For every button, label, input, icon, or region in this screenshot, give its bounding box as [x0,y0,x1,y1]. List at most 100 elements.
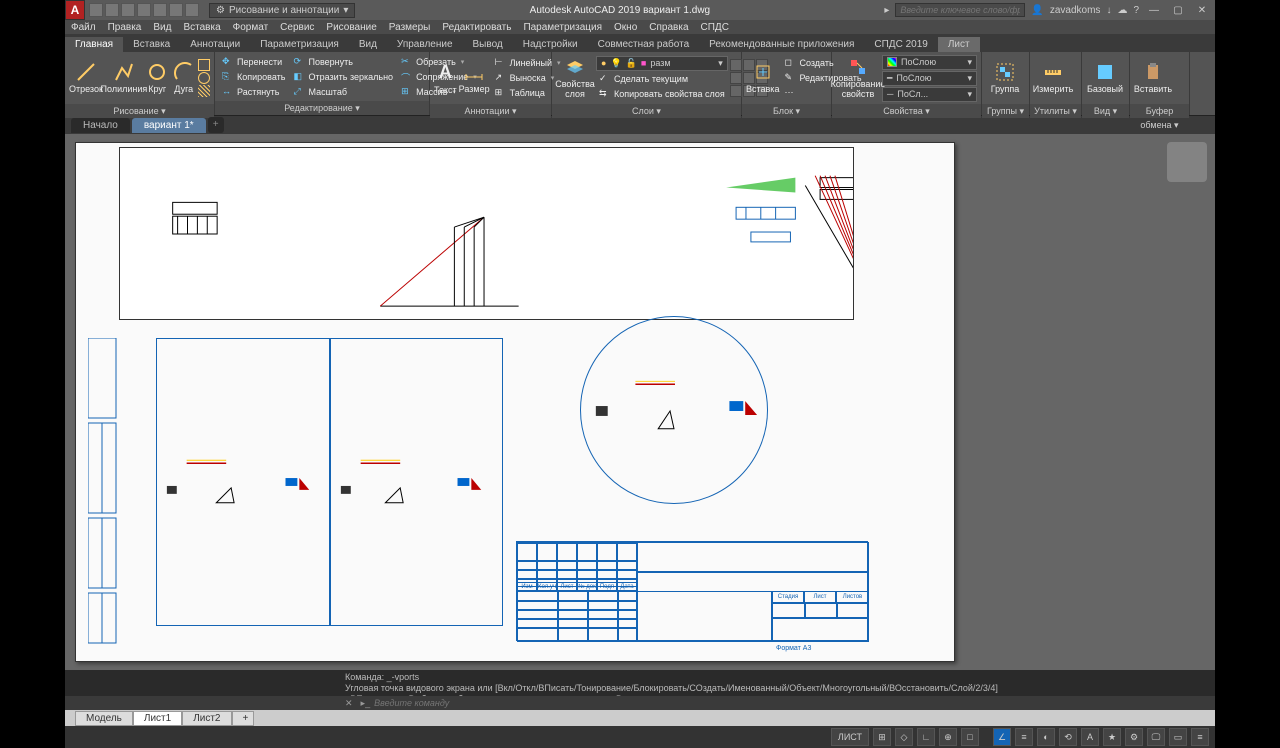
viewport-rect-1[interactable] [156,338,330,626]
arc-button[interactable]: Дуга [171,54,196,102]
menu-file[interactable]: Файл [71,22,96,33]
paste-button[interactable]: Вставить [1134,54,1172,102]
viewport-circle[interactable] [580,316,768,504]
menu-modify[interactable]: Редактировать [442,22,511,33]
panel-view-title[interactable]: Вид ▾ [1082,104,1129,118]
open-icon[interactable] [105,3,119,17]
panel-layers-title[interactable]: Слои ▾ [552,104,741,118]
saveas-icon[interactable] [137,3,151,17]
monitor-icon[interactable]: 🖵 [1147,728,1165,746]
customize-icon[interactable]: ≡ [1191,728,1209,746]
user-name[interactable]: zavadkoms [1050,5,1101,16]
hatch-icon[interactable] [198,85,210,97]
tab-spds[interactable]: СПДС 2019 [864,37,937,52]
ortho-icon[interactable]: ∟ [917,728,935,746]
app-logo[interactable]: A [65,0,85,20]
ellipse-icon[interactable] [198,72,210,84]
help-icon[interactable]: ? [1133,5,1139,16]
stretch-button[interactable]: ↔Растянуть [219,85,288,99]
command-close-icon[interactable]: ✕ [345,698,353,709]
menu-dim[interactable]: Размеры [389,22,431,33]
tab-current-file[interactable]: вариант 1* [132,118,206,133]
lineweight-icon[interactable]: ≡ [1015,728,1033,746]
panel-draw-title[interactable]: Рисование ▾ [65,104,214,118]
panel-clip-title[interactable]: Буфер обмена ▾ [1130,104,1189,118]
view-cube[interactable] [1167,142,1207,182]
tab-home[interactable]: Главная [65,37,123,52]
tab-layout[interactable]: Лист [938,37,980,52]
lineweight-combo[interactable]: ━ПоСлою▾ [882,71,977,86]
new-tab-button[interactable]: + [208,117,224,133]
text-button[interactable]: AТекст [434,54,457,102]
menu-format[interactable]: Формат [233,22,269,33]
print-icon[interactable] [185,3,199,17]
status-mode[interactable]: ЛИСТ [831,728,869,746]
menu-edit[interactable]: Правка [108,22,142,33]
search-input[interactable] [895,3,1025,17]
close-button[interactable]: ✕ [1193,3,1211,17]
menu-help[interactable]: Справка [649,22,688,33]
workspace-selector[interactable]: ⚙ Рисование и аннотации ▾ [209,3,355,18]
insert-block-button[interactable]: Вставка [746,54,779,102]
make-current-button[interactable]: ✓Сделать текущим [596,72,728,86]
maximize-button[interactable]: ▢ [1169,3,1187,17]
transparency-icon[interactable]: ◐ [1037,728,1055,746]
rect-icon[interactable] [198,59,210,71]
tab-addins[interactable]: Надстройки [513,37,588,52]
menu-draw[interactable]: Рисование [326,22,376,33]
tab-manage[interactable]: Управление [387,37,463,52]
clean-icon[interactable]: ▭ [1169,728,1187,746]
exchange-icon[interactable]: ↓ [1106,5,1111,16]
tab-param[interactable]: Параметризация [250,37,349,52]
measure-button[interactable]: Измерить [1034,54,1072,102]
move-button[interactable]: ✥Перенести [219,55,288,69]
mirror-button[interactable]: ◧Отразить зеркально [290,70,396,84]
panel-block-title[interactable]: Блок ▾ [742,104,831,118]
panel-modify-title[interactable]: Редактирование ▾ [215,101,429,115]
tab-layout2[interactable]: Лист2 [182,711,231,726]
viewport-top[interactable] [119,147,854,320]
layer-props-button[interactable]: Свойства слоя [556,54,594,102]
panel-annot-title[interactable]: Аннотации ▾ [430,104,551,118]
command-line[interactable]: ✕ ▸_ [65,696,1215,710]
tab-output[interactable]: Вывод [463,37,513,52]
redo-icon[interactable] [169,3,183,17]
color-combo[interactable]: ПоСлою▾ [882,55,977,70]
tab-view[interactable]: Вид [349,37,387,52]
tab-layout1[interactable]: Лист1 [133,711,182,726]
copy-button[interactable]: ⎘Копировать [219,70,288,84]
line-button[interactable]: Отрезок [69,54,103,102]
menu-view[interactable]: Вид [153,22,171,33]
linetype-combo[interactable]: ─ПоСл...▾ [882,87,977,102]
layer-combo[interactable]: ●💡🔓■разм▾ [596,56,728,71]
info-icon[interactable]: ▸ [884,5,889,16]
user-icon[interactable]: 👤 [1031,5,1043,16]
osnap-icon[interactable]: □ [961,728,979,746]
menu-param[interactable]: Параметризация [523,22,602,33]
annotation-visibility-icon[interactable]: ★ [1103,728,1121,746]
menu-window[interactable]: Окно [614,22,637,33]
undo-icon[interactable] [153,3,167,17]
dim-button[interactable]: Размер [459,54,490,102]
grid-icon[interactable]: ⊞ [873,728,891,746]
polar-icon[interactable]: ⊕ [939,728,957,746]
tab-add-layout[interactable]: + [232,711,254,726]
cycling-icon[interactable]: ⟲ [1059,728,1077,746]
rotate-button[interactable]: ⟳Повернуть [290,55,396,69]
new-icon[interactable] [89,3,103,17]
match-props-button[interactable]: Копирование свойств [836,54,880,102]
group-button[interactable]: Группа [986,54,1024,102]
menu-service[interactable]: Сервис [280,22,314,33]
cloud-icon[interactable]: ☁ [1117,5,1127,16]
tab-collab[interactable]: Совместная работа [588,37,700,52]
base-view-button[interactable]: Базовый [1086,54,1124,102]
command-input[interactable] [374,698,1209,708]
annotation-scale-icon[interactable]: A [1081,728,1099,746]
tab-model[interactable]: Модель [75,711,133,726]
polyline-button[interactable]: Полилиния [105,54,143,102]
menu-insert[interactable]: Вставка [183,22,220,33]
snap-icon[interactable]: ◇ [895,728,913,746]
panel-groups-title[interactable]: Группы ▾ [982,104,1029,118]
workspace-icon[interactable]: ⚙ [1125,728,1143,746]
viewport-rect-2[interactable] [330,338,503,626]
